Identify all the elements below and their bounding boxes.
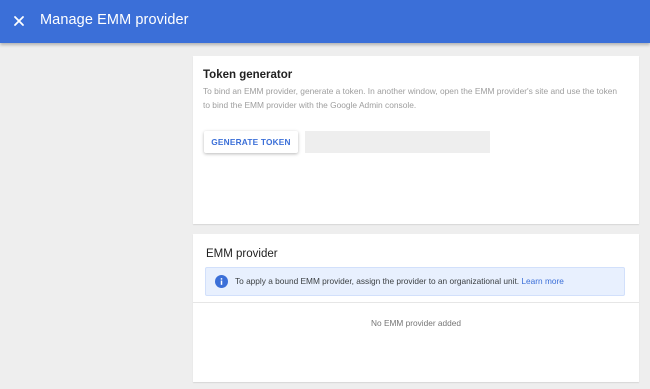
info-icon <box>215 275 228 288</box>
token-output-field[interactable] <box>305 131 490 153</box>
token-generator-card: Token generator To bind an EMM provider,… <box>193 56 639 224</box>
info-message: To apply a bound EMM provider, assign th… <box>235 276 520 286</box>
info-banner: To apply a bound EMM provider, assign th… <box>205 267 625 296</box>
token-generator-description: To bind an EMM provider, generate a toke… <box>203 86 618 110</box>
close-icon <box>14 16 24 26</box>
top-app-bar: Manage EMM provider <box>0 0 650 43</box>
page-title: Manage EMM provider <box>40 12 189 28</box>
emm-provider-title: EMM provider <box>206 248 278 260</box>
empty-state-message: No EMM provider added <box>371 318 461 328</box>
learn-more-link[interactable]: Learn more <box>521 276 563 286</box>
token-generator-title: Token generator <box>203 69 293 81</box>
info-banner-text: To apply a bound EMM provider, assign th… <box>235 276 564 286</box>
emm-provider-card: EMM provider To apply a bound EMM provid… <box>193 234 639 382</box>
divider <box>193 302 639 303</box>
close-button[interactable] <box>9 11 29 31</box>
generate-token-button[interactable]: GENERATE TOKEN <box>204 131 298 153</box>
